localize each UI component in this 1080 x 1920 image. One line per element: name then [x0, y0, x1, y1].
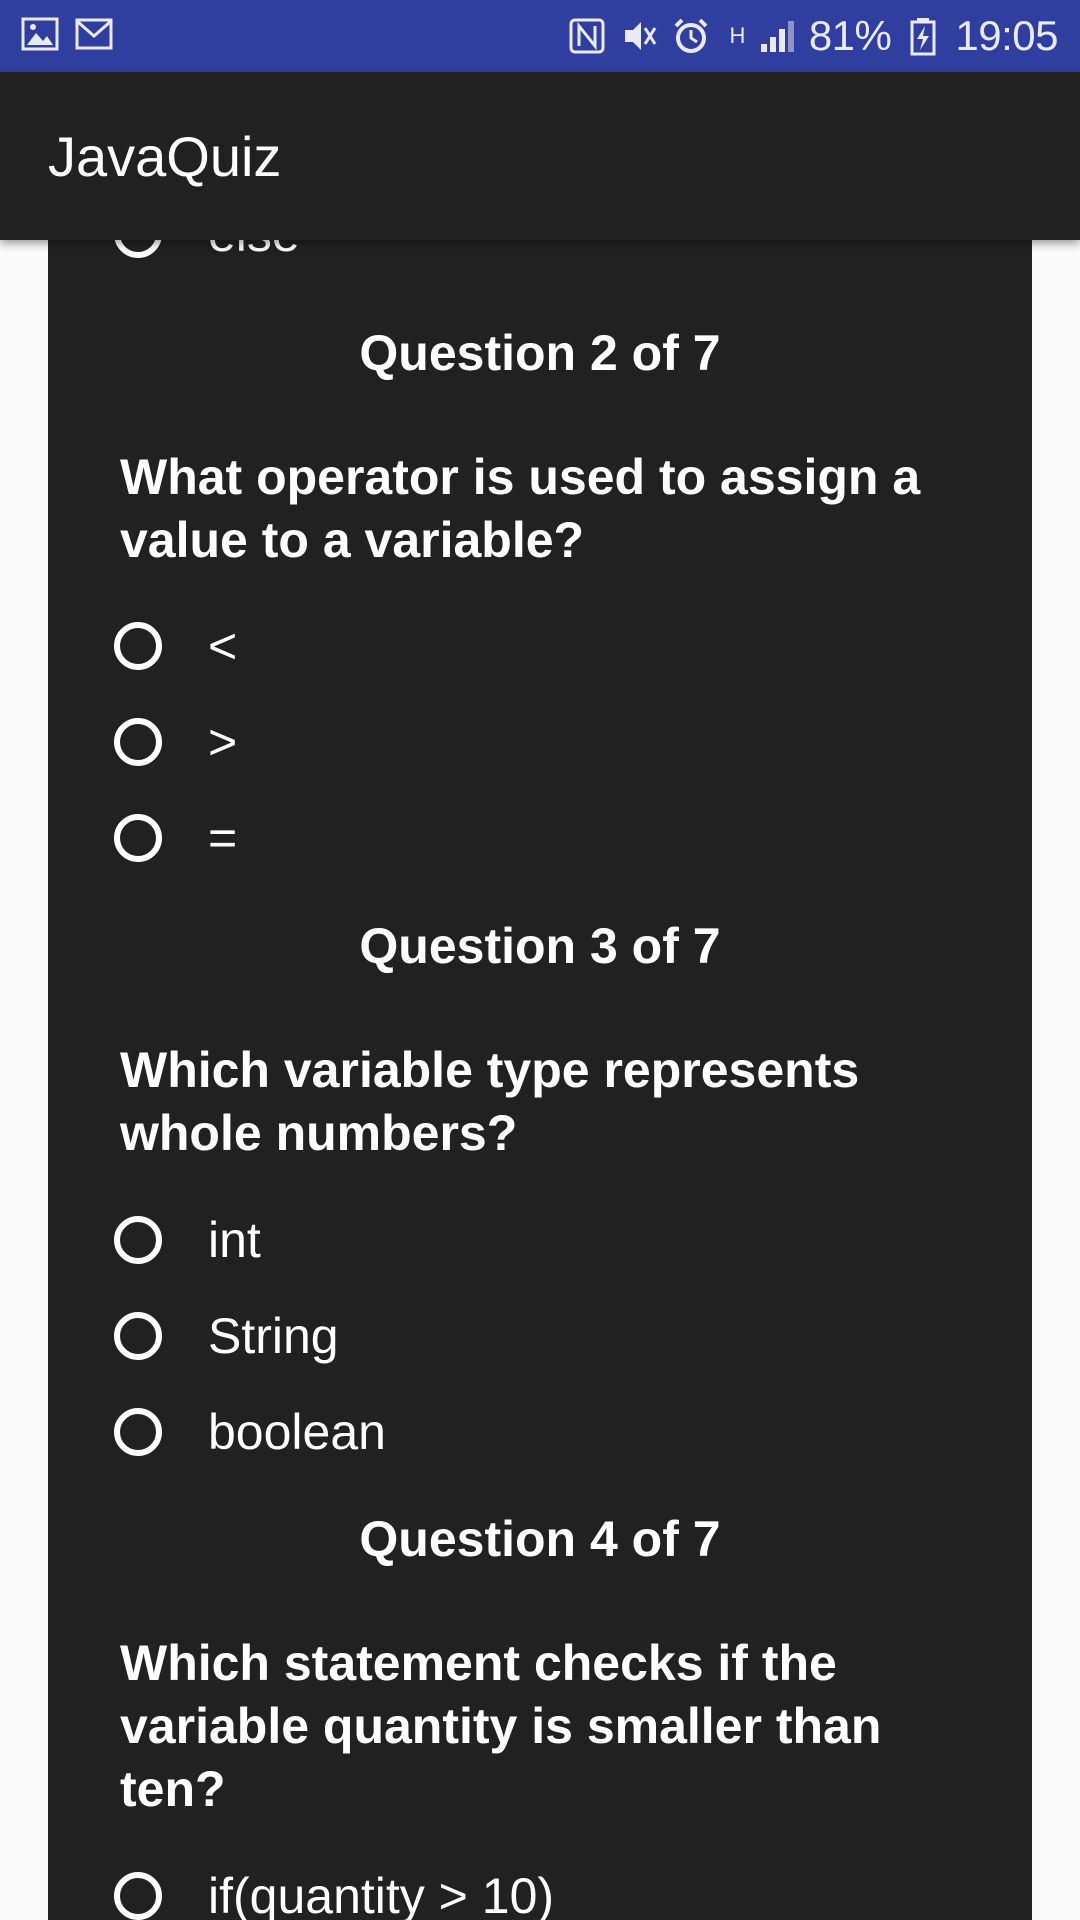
option-q1-else[interactable]: else: [114, 240, 300, 264]
radio-button[interactable]: [114, 1408, 162, 1456]
radio-button[interactable]: [114, 1312, 162, 1360]
radio-button[interactable]: [114, 1216, 162, 1264]
option-label: >: [208, 714, 238, 770]
option-label: else: [208, 240, 300, 263]
option-q2-3[interactable]: =: [114, 808, 237, 868]
option-label: =: [208, 810, 238, 866]
app-title: JavaQuiz: [48, 125, 282, 188]
network-type-label: H: [729, 23, 745, 48]
gmail-notification-icon: [75, 18, 113, 50]
question-text: Which statement checks if the variable q…: [120, 1635, 882, 1817]
image-notification-icon: [21, 17, 59, 51]
option-q4-1[interactable]: if(quantity > 10): [114, 1866, 554, 1920]
option-label: String: [208, 1308, 339, 1364]
option-q2-2[interactable]: >: [114, 712, 237, 772]
question-text: What operator is used to assign a value …: [120, 449, 921, 568]
option-label: if(quantity > 10): [208, 1868, 555, 1920]
battery-charging-icon: [910, 18, 936, 56]
battery-percent: 81%: [808, 12, 892, 59]
option-q2-1[interactable]: <: [114, 616, 237, 676]
radio-button[interactable]: [114, 240, 162, 258]
question-header: Question 2 of 7: [359, 325, 721, 381]
question-header: Question 4 of 7: [359, 1511, 721, 1567]
signal-strength-icon: [760, 21, 794, 52]
option-q3-3[interactable]: boolean: [114, 1402, 386, 1462]
vibrate-icon: [625, 22, 657, 50]
option-label: boolean: [208, 1404, 386, 1460]
question-text: Which variable type represents whole num…: [120, 1042, 860, 1161]
alarm-icon: [675, 18, 708, 53]
app-bar: JavaQuiz: [0, 72, 1080, 240]
clock: 19:05: [955, 12, 1058, 59]
option-label: <: [208, 618, 238, 674]
option-q3-1[interactable]: int: [114, 1210, 261, 1270]
radio-button[interactable]: [114, 622, 162, 670]
option-q3-2[interactable]: String: [114, 1306, 339, 1366]
nfc-icon: [569, 18, 605, 54]
question-header: Question 3 of 7: [359, 918, 721, 974]
radio-button[interactable]: [114, 718, 162, 766]
radio-button[interactable]: [114, 814, 162, 862]
status-bar: H 81% 19:05: [0, 0, 1080, 72]
option-label: int: [208, 1212, 261, 1268]
quiz-content[interactable]: else Question 2 of 7 What operator is us…: [48, 240, 1032, 1920]
radio-button[interactable]: [114, 1872, 162, 1920]
